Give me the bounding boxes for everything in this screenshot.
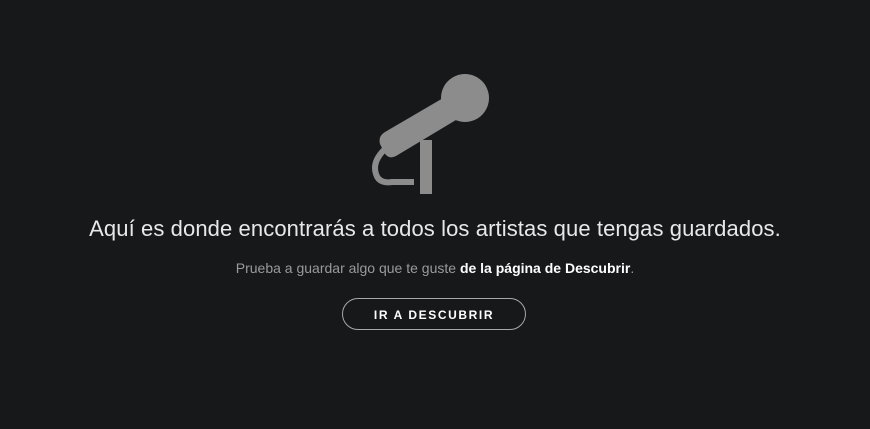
subline-text: Prueba a guardar algo que te guste: [235, 260, 460, 276]
empty-state-subline: Prueba a guardar algo que te guste de la…: [0, 258, 870, 278]
empty-state-headline: Aquí es donde encontrarás a todos los ar…: [89, 216, 781, 241]
microphone-icon: [372, 74, 489, 194]
subline-period: .: [630, 260, 635, 276]
empty-state-view: Aquí es donde encontrarás a todos los ar…: [0, 0, 870, 429]
go-to-discover-button[interactable]: IR A DESCUBRIR: [342, 298, 526, 330]
discover-page-link[interactable]: de la página de Descubrir: [460, 260, 630, 276]
